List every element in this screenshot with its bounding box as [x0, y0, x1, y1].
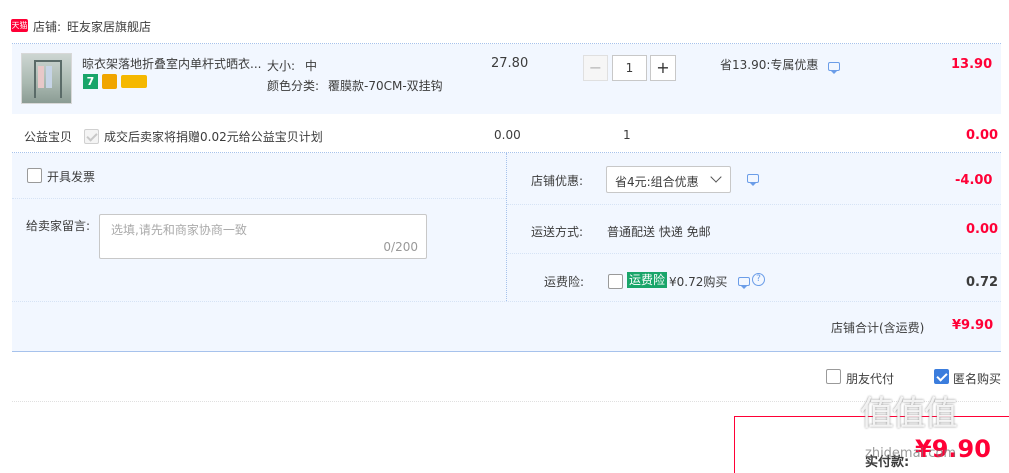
quantity-input[interactable]: 1	[612, 55, 647, 81]
insurance-value: ¥0.72购买	[669, 275, 728, 289]
message-counter: 0/200	[383, 240, 418, 254]
unit-price: 27.80	[491, 56, 529, 71]
shop-total-divider	[12, 351, 1001, 352]
insurance-label: 运费险:	[544, 275, 585, 289]
watermark-site-text: zhidemai.com	[865, 446, 957, 461]
shipping-label: 运送方式:	[531, 225, 584, 239]
left-row-divider	[12, 198, 506, 199]
right-row-divider-2	[507, 253, 1001, 254]
options-divider	[12, 401, 1001, 402]
shop-discount-amount: -4.00	[955, 173, 993, 188]
invoice-label: 开具发票	[47, 170, 96, 184]
message-label: 给卖家留言:	[26, 219, 91, 233]
service-guarantee-icon	[102, 74, 117, 89]
insurance-chat-icon[interactable]	[738, 277, 750, 289]
insurance-amount: 0.72	[966, 275, 999, 290]
friend-pay-checkbox[interactable]	[826, 369, 841, 384]
options-column-divider	[506, 153, 507, 301]
discount-info-icon[interactable]	[828, 62, 840, 74]
shop-discount-select[interactable]: 省4元:组合优惠	[606, 166, 731, 193]
options-bottom-divider	[12, 301, 1001, 302]
insurance-checkbox[interactable]	[608, 274, 623, 289]
shop-discount-label: 店铺优惠:	[531, 174, 584, 188]
charity-total: 0.00	[966, 128, 999, 143]
shop-total-amount: ¥9.90	[952, 318, 994, 333]
quantity-increase-button[interactable]: +	[650, 55, 676, 81]
size-value: 中	[305, 59, 318, 73]
shop-label: 店铺:	[33, 20, 62, 34]
shipping-amount: 0.00	[966, 222, 999, 237]
shipping-value: 普通配送 快递 免邮	[607, 225, 711, 239]
size-label: 大小:	[267, 59, 296, 73]
product-title-link[interactable]: 晾衣架落地折叠室内单杆式晒衣...	[82, 55, 262, 72]
message-placeholder: 选填,请先和商家协商一致	[111, 223, 247, 237]
invoice-checkbox[interactable]	[27, 168, 42, 183]
charity-checkbox	[84, 129, 99, 144]
charity-label: 公益宝贝	[24, 130, 73, 144]
service-7day-icon: 7	[83, 74, 98, 89]
right-row-divider-1	[507, 204, 1001, 205]
charity-text: 成交后卖家将捐赠0.02元给公益宝贝计划	[104, 130, 323, 144]
color-label: 颜色分类:	[267, 79, 320, 93]
friend-pay-label: 朋友代付	[846, 372, 895, 386]
service-card-icon	[121, 75, 147, 88]
color-value: 覆膜款-70CM-双挂钩	[328, 79, 443, 93]
anonymous-label: 匿名购买	[953, 372, 1002, 386]
message-textarea[interactable]: 选填,请先和商家协商一致 0/200	[99, 214, 427, 259]
charity-price: 0.00	[494, 128, 521, 142]
item-discount-text: 省13.90:专属优惠	[720, 58, 819, 72]
quantity-decrease-button[interactable]: −	[583, 55, 608, 81]
shop-discount-selected: 省4元:组合优惠	[615, 175, 699, 189]
anonymous-checkbox[interactable]	[934, 369, 949, 384]
watermark-logo-text: 值值值	[860, 394, 958, 434]
shop-discount-info-icon[interactable]	[747, 174, 759, 186]
insurance-badge: 运费险	[627, 272, 668, 288]
charity-quantity: 1	[623, 128, 631, 142]
tmall-badge-icon: 天猫	[11, 19, 28, 32]
item-row: 晾衣架落地折叠室内单杆式晒衣... 7 大小: 中 颜色分类: 覆膜款-70CM…	[12, 44, 1001, 114]
product-thumbnail[interactable]	[21, 53, 72, 104]
help-icon[interactable]: ?	[752, 273, 765, 286]
shop-total-label: 店铺合计(含运费)	[831, 321, 925, 335]
chevron-down-icon	[710, 171, 722, 183]
item-total: 13.90	[951, 57, 993, 72]
shop-name-link[interactable]: 旺友家居旗舰店	[67, 18, 151, 35]
